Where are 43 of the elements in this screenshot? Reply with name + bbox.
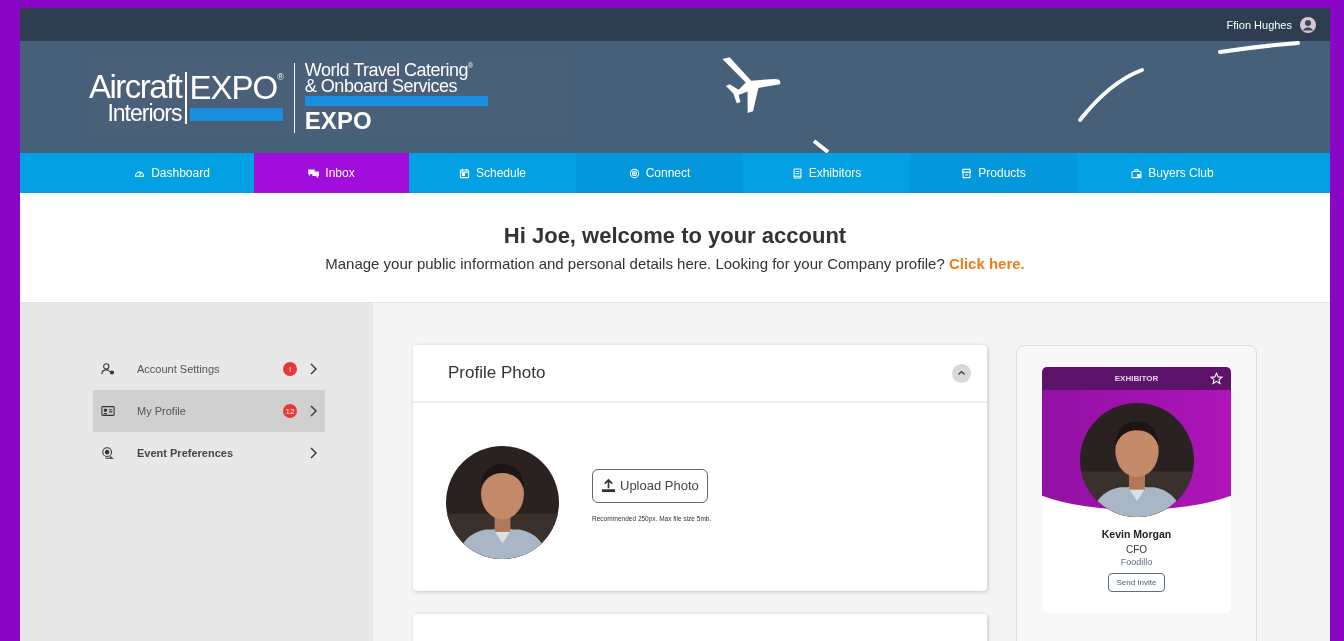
user-gear-icon <box>101 362 115 376</box>
avatar-icon[interactable] <box>1300 16 1316 33</box>
logo-text: World Travel Catering <box>304 62 469 78</box>
registered-mark: ® <box>277 72 284 82</box>
logo-text: Interiors <box>107 102 182 124</box>
send-invite-button[interactable]: Send Invite <box>1108 573 1165 592</box>
chevron-right-icon <box>309 447 317 459</box>
chevron-up-icon <box>957 370 966 376</box>
nav-tab[interactable]: Inbox <box>254 153 409 193</box>
logo-text: EXPO <box>304 108 373 134</box>
chat-icon <box>308 167 320 179</box>
nav-tab[interactable]: Connect <box>576 153 743 193</box>
sidebar-item[interactable]: Account Settings ! <box>93 348 325 390</box>
company-profile-link[interactable]: Click here. <box>948 255 1025 272</box>
sidebar-item[interactable]: My Profile 12 <box>93 390 325 432</box>
chevron-right-icon <box>309 405 317 417</box>
welcome-text: Manage your public information and personal details here. Looking for your Company profile? <box>325 255 945 272</box>
collapse-button[interactable] <box>952 363 971 383</box>
upload-photo-button[interactable]: Upload Photo <box>592 468 708 503</box>
person-name: Kevin Morgan <box>1101 528 1172 540</box>
briefcase-icon <box>1131 167 1143 179</box>
sidebar-item[interactable]: Event Preferences <box>93 432 325 474</box>
upload-icon <box>601 478 616 493</box>
section-title: Profile Photo <box>448 363 546 383</box>
welcome-heading: Hi Joe, welcome to your account <box>503 223 847 249</box>
logo-text: Aircraft <box>89 72 182 102</box>
nav-tab[interactable]: Products <box>910 153 1077 193</box>
chevron-right-icon <box>309 363 317 375</box>
company-name: Foodillo <box>1120 557 1153 567</box>
logo-text: EXPO <box>189 72 278 104</box>
user-name[interactable]: Ffion Hughes <box>1226 18 1292 31</box>
card-type-label: EXHIBITOR <box>1114 374 1159 383</box>
notification-badge: 12 <box>283 404 297 418</box>
book-icon <box>791 167 803 179</box>
calendar-icon <box>458 167 470 179</box>
id-card-icon <box>101 404 115 418</box>
job-title: CFO <box>1125 544 1148 555</box>
logo-text: & Onboard Services <box>304 78 457 94</box>
star-icon[interactable] <box>1210 372 1223 385</box>
target-icon <box>628 167 640 179</box>
location-pin-icon <box>101 446 115 460</box>
store-icon <box>961 167 973 179</box>
notification-badge: ! <box>283 362 297 376</box>
